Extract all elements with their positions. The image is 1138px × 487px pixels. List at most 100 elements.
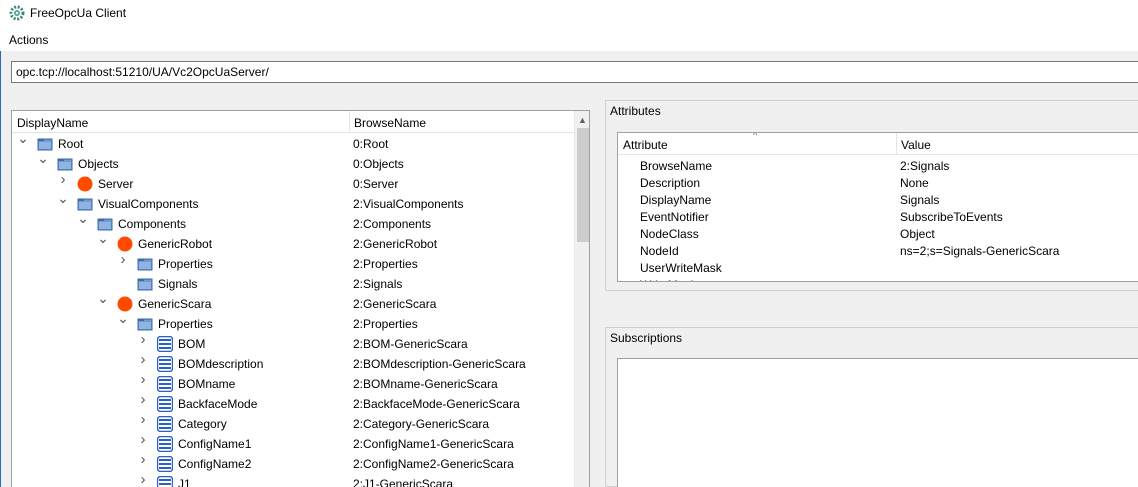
expand-chevron-right-icon[interactable]: › <box>137 372 149 387</box>
tree-row[interactable]: › BOMname 2:BOMname-GenericScara <box>12 372 574 394</box>
expand-chevron-down-icon[interactable]: ⌄ <box>97 291 109 305</box>
tree-node-browsename: 0:Objects <box>353 157 404 171</box>
expand-chevron-right-icon[interactable]: › <box>137 432 149 447</box>
expand-chevron-down-icon[interactable]: ⌄ <box>77 211 89 225</box>
expand-chevron-down-icon[interactable]: ⌄ <box>57 191 69 205</box>
attributes-header: Attribute ^ Value <box>618 133 1138 155</box>
folder-icon <box>137 276 153 292</box>
expand-chevron-right-icon[interactable]: › <box>137 332 149 347</box>
tree-row[interactable]: › ConfigName1 2:ConfigName1-GenericScara <box>12 432 574 454</box>
tree-row[interactable]: › Server 0:Server <box>12 172 574 194</box>
tree-node-name[interactable]: Components <box>118 217 186 231</box>
attribute-value: 2:Signals <box>900 159 950 173</box>
app-gear-icon <box>9 5 25 21</box>
address-space-tree[interactable]: DisplayName BrowseName ⌄ Root 0:Root ⌄ Objec… <box>11 110 590 487</box>
tree-row[interactable]: › BOM 2:BOM-GenericScara <box>12 332 574 354</box>
tree-node-name[interactable]: BOMname <box>178 377 235 391</box>
variable-icon <box>156 475 174 487</box>
expand-chevron-right-icon[interactable]: › <box>137 472 149 487</box>
folder-icon <box>137 316 153 332</box>
column-separator[interactable] <box>896 133 897 155</box>
tree-node-name[interactable]: Root <box>58 137 83 151</box>
tree-row[interactable]: › BackfaceMode 2:BackfaceMode-GenericScara <box>12 392 574 414</box>
tree-node-name[interactable]: BOMdescription <box>178 357 263 371</box>
tree-row[interactable]: ⌄ GenericRobot 2:GenericRobot <box>12 231 574 254</box>
attribute-row[interactable]: Description None <box>618 175 1138 192</box>
attribute-row[interactable]: NodeClass Object <box>618 226 1138 243</box>
tree-header: DisplayName BrowseName <box>12 111 574 133</box>
tree-node-name[interactable]: BOM <box>178 337 205 351</box>
window-border <box>0 0 1 487</box>
tree-row[interactable]: › BOMdescription 2:BOMdescription-GenericS… <box>12 352 574 374</box>
attribute-name: NodeId <box>640 244 679 258</box>
tree-node-name[interactable]: GenericRobot <box>138 237 212 251</box>
variable-icon <box>156 395 174 413</box>
tree-node-name[interactable]: ConfigName2 <box>178 457 251 471</box>
subscriptions-title: Subscriptions <box>610 331 683 345</box>
tree-node-browsename: 2:BOMdescription-GenericScara <box>353 357 526 371</box>
column-browsename[interactable]: BrowseName <box>354 116 426 130</box>
expand-chevron-right-icon[interactable]: › <box>57 172 69 187</box>
attribute-row[interactable]: WriteMask <box>618 277 1138 281</box>
tree-node-name[interactable]: Objects <box>78 157 119 171</box>
attribute-value: SubscribeToEvents <box>900 210 1003 224</box>
tree-node-name[interactable]: BackfaceMode <box>178 397 257 411</box>
scroll-thumb[interactable] <box>577 128 589 242</box>
attributes-table[interactable]: Attribute ^ Value BrowseName 2:Signals Des… <box>617 132 1138 282</box>
expand-chevron-right-icon[interactable]: › <box>117 252 129 267</box>
attribute-row[interactable]: DisplayName Signals <box>618 192 1138 209</box>
tree-node-name[interactable]: Properties <box>158 317 213 331</box>
variable-icon <box>156 355 174 373</box>
attribute-row[interactable]: EventNotifier SubscribeToEvents <box>618 209 1138 226</box>
tree-node-browsename: 2:BOM-GenericScara <box>353 337 468 351</box>
tree-node-name[interactable]: GenericScara <box>138 297 211 311</box>
attribute-name: BrowseName <box>640 159 713 173</box>
tree-node-name[interactable]: Server <box>98 177 133 191</box>
folder-icon <box>137 256 153 272</box>
tree-row[interactable]: › Category 2:Category-GenericScara <box>12 412 574 434</box>
tree-row[interactable]: ⌄ Properties 2:Properties <box>12 311 574 334</box>
variable-icon <box>156 335 174 353</box>
column-separator[interactable] <box>349 111 350 133</box>
expand-chevron-down-icon[interactable]: ⌄ <box>17 131 29 145</box>
tree-node-name[interactable]: Signals <box>158 277 197 291</box>
tree-row[interactable]: ⌄ Root 0:Root <box>12 131 574 154</box>
expand-chevron-down-icon[interactable]: ⌄ <box>117 311 129 325</box>
tree-node-name[interactable]: J1 <box>178 477 191 487</box>
column-attribute[interactable]: Attribute <box>623 138 668 152</box>
expand-chevron-down-icon[interactable]: ⌄ <box>37 151 49 165</box>
attribute-row[interactable]: UserWriteMask <box>618 260 1138 277</box>
tree-node-browsename: 2:GenericRobot <box>353 237 438 251</box>
scroll-up-icon[interactable]: ▲ <box>578 115 587 125</box>
expand-chevron-down-icon[interactable]: ⌄ <box>97 231 109 245</box>
menu-actions[interactable]: Actions <box>9 33 48 47</box>
expand-chevron-right-icon[interactable]: › <box>137 452 149 467</box>
attribute-row[interactable]: NodeId ns=2;s=Signals-GenericScara <box>618 243 1138 260</box>
tree-node-name[interactable]: Category <box>178 417 227 431</box>
tree-row[interactable]: ⌄ GenericScara 2:GenericScara <box>12 291 574 314</box>
tree-row[interactable]: ⌄ Objects 0:Objects <box>12 151 574 174</box>
tree-row[interactable]: › ConfigName2 2:ConfigName2-GenericScara <box>12 452 574 474</box>
column-value[interactable]: Value <box>901 138 931 152</box>
tree-row[interactable]: › J1 2:J1-GenericScara <box>12 472 574 487</box>
attribute-value: None <box>900 176 929 190</box>
subscriptions-list[interactable] <box>617 358 1138 487</box>
column-displayname[interactable]: DisplayName <box>17 116 88 130</box>
tree-node-browsename: 0:Root <box>353 137 389 151</box>
tree-node-name[interactable]: VisualComponents <box>98 197 199 211</box>
attribute-row[interactable]: BrowseName 2:Signals <box>618 158 1138 175</box>
expand-chevron-right-icon[interactable]: › <box>137 392 149 407</box>
attributes-title: Attributes <box>610 104 661 118</box>
server-address-input[interactable] <box>11 61 1138 83</box>
tree-scrollbar[interactable]: ▲ <box>574 111 589 487</box>
tree-node-browsename: 2:BackfaceMode-GenericScara <box>353 397 520 411</box>
tree-node-name[interactable]: Properties <box>158 257 213 271</box>
expand-chevron-right-icon[interactable]: › <box>137 412 149 427</box>
tree-row[interactable]: › Properties 2:Properties <box>12 252 574 274</box>
variable-icon <box>156 375 174 393</box>
sort-up-icon: ^ <box>753 132 758 140</box>
tree-node-name[interactable]: ConfigName1 <box>178 437 251 451</box>
expand-chevron-right-icon[interactable]: › <box>137 352 149 367</box>
attribute-name: WriteMask <box>640 278 696 281</box>
tree-row[interactable]: ⌄ VisualComponents 2:VisualComponents <box>12 191 574 214</box>
